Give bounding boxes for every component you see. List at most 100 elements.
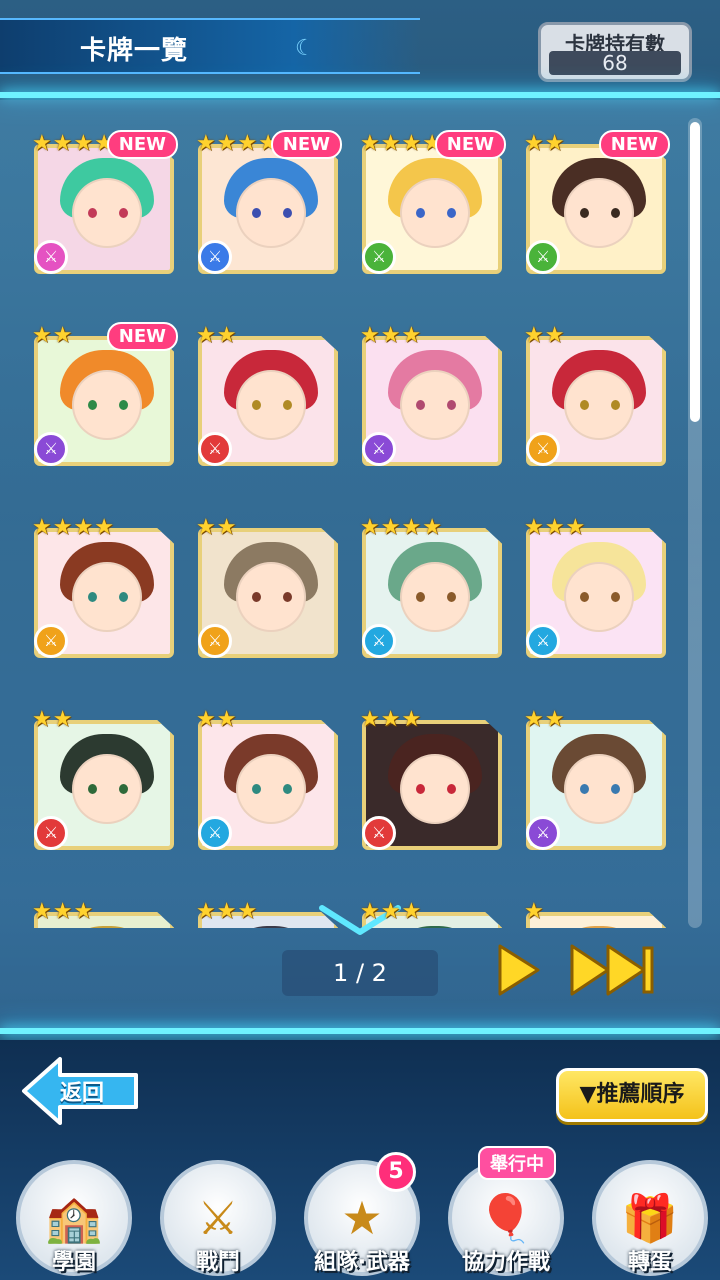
rarity-stars: ★ ★ ★ ★ (196, 132, 278, 156)
star-icon: ★ (360, 707, 380, 732)
card-12[interactable]: ★ ★ ★ ⚔ (522, 512, 668, 692)
star-icon: ★ (422, 515, 442, 540)
portrait-hair (552, 926, 646, 928)
star-icon: ★ (524, 323, 544, 348)
star-icon: ★ (94, 515, 114, 540)
card-13[interactable]: ★ ★ ⚔ (30, 704, 176, 884)
portrait-eyes (416, 400, 456, 410)
star-icon: ★ (216, 131, 237, 156)
rarity-stars: ★ ★ ★ (360, 900, 421, 924)
star-icon: ★ (380, 323, 401, 348)
star-icon: ★ (216, 323, 237, 348)
card-17[interactable]: ★★★⚔ (30, 896, 176, 928)
back-label: 返回 (60, 1081, 105, 1106)
star-icon: ★ (524, 899, 544, 924)
star-icon: ★ (360, 899, 380, 924)
portrait-eyes (252, 784, 292, 794)
card-14[interactable]: ★ ★ ⚔ (194, 704, 340, 884)
new-badge: NEW (434, 130, 506, 159)
rarity-stars: ★ ★ (196, 708, 236, 732)
star-icon: ★ (401, 323, 422, 348)
card-16[interactable]: ★ ★ ⚔ (522, 704, 668, 884)
scrollbar[interactable] (688, 118, 702, 928)
star-icon: ★ (32, 707, 52, 732)
star-icon: ★ (380, 899, 401, 924)
sort-order-button[interactable]: ▼推薦順序 (556, 1068, 708, 1122)
next-page-button[interactable] (494, 940, 544, 1000)
star-icon: ★ (524, 131, 544, 156)
card-count-box: 卡牌持有數 68 (538, 22, 692, 82)
portrait-eyes (580, 784, 620, 794)
portrait-eyes (580, 592, 620, 602)
star-icon: ★ (380, 707, 401, 732)
portrait-eyes (416, 208, 456, 218)
card-count-value: 68 (549, 51, 681, 75)
star-icon: ★ (237, 131, 258, 156)
star-icon: ★ (237, 899, 258, 924)
orange-weapon-type-icon: ⚔ (34, 624, 68, 658)
card-2[interactable]: ★ ★ ★ ★ ⚔ NEW (194, 128, 342, 308)
star-icon: ★ (73, 131, 94, 156)
purple-weapon-type-icon: ⚔ (34, 432, 68, 466)
portrait-eyes (252, 208, 292, 218)
portrait-eyes (580, 400, 620, 410)
card-15[interactable]: ★ ★ ★ ⚔ (358, 704, 504, 884)
card-8[interactable]: ★ ★ ⚔ (522, 320, 668, 500)
card-11[interactable]: ★ ★ ★ ★ ⚔ (358, 512, 504, 692)
star-icon: ★ (196, 515, 216, 540)
star-icon: ★ (73, 899, 94, 924)
star-icon: ★ (196, 131, 216, 156)
red-weapon-type-icon: ⚔ (34, 816, 68, 850)
card-9[interactable]: ★ ★ ★ ★ ⚔ (30, 512, 176, 692)
star-icon: ★ (196, 707, 216, 732)
scrollbar-thumb[interactable] (690, 122, 700, 422)
star-icon: ★ (196, 899, 216, 924)
back-button[interactable]: 返回 (20, 1055, 140, 1127)
nav-label: 學園 (51, 1250, 96, 1275)
star-icon: ★ (401, 515, 422, 540)
card-1[interactable]: ★ ★ ★ ★ ⚔ NEW (30, 128, 178, 308)
rarity-stars: ★ ★ (196, 324, 236, 348)
nav-label: 協力作戰 (461, 1250, 550, 1275)
star-icon: ★ (216, 515, 237, 540)
star-icon: ★ (401, 899, 422, 924)
last-page-button[interactable] (568, 940, 658, 1000)
rarity-stars: ★ ★ (32, 324, 72, 348)
portrait-eyes (88, 784, 128, 794)
star-icon: ★ (544, 131, 565, 156)
star-icon: ★ (565, 515, 586, 540)
card-19[interactable]: ★★★⚔ (358, 896, 504, 928)
card-5[interactable]: ★ ★ ⚔ NEW (30, 320, 178, 500)
star-icon: ★ (216, 899, 237, 924)
new-badge: NEW (598, 130, 670, 159)
rarity-stars: ★ ★ ★ ★ (360, 132, 442, 156)
nav-label: 戰鬥 (195, 1250, 240, 1275)
rarity-stars: ★ ★ ★ ★ (360, 516, 442, 540)
nav-gacha[interactable]: 🎁 轉蛋 (584, 1150, 716, 1280)
nav-school[interactable]: 🏫 學園 (8, 1150, 140, 1280)
portrait-eyes (252, 592, 292, 602)
rarity-stars: ★ ★ (196, 516, 236, 540)
rarity-stars: ★ (524, 900, 544, 924)
star-icon: ★ (52, 515, 73, 540)
star-icon: ★ (73, 515, 94, 540)
star-icon: ★ (196, 323, 216, 348)
star-icon: ★ (544, 707, 565, 732)
card-3[interactable]: ★ ★ ★ ★ ⚔ NEW (358, 128, 506, 308)
portrait-hair (388, 926, 482, 928)
card-4[interactable]: ★ ★ ⚔ NEW (522, 128, 670, 308)
card-6[interactable]: ★ ★ ⚔ (194, 320, 340, 500)
orange-weapon-type-icon: ⚔ (526, 432, 560, 466)
star-icon: ★ (360, 131, 380, 156)
card-7[interactable]: ★ ★ ★ ⚔ (358, 320, 504, 500)
star-icon: ★ (524, 707, 544, 732)
portrait-eyes (416, 592, 456, 602)
page-indicator: 1 / 2 (282, 950, 438, 996)
nav-battle[interactable]: ⚔ 戰鬥 (152, 1150, 284, 1280)
card-20[interactable]: ★⚔ (522, 896, 668, 928)
purple-weapon-type-icon: ⚔ (526, 816, 560, 850)
rarity-stars: ★ ★ ★ (196, 900, 257, 924)
rarity-stars: ★ ★ ★ (32, 900, 93, 924)
card-10[interactable]: ★ ★ ⚔ (194, 512, 340, 692)
star-icon: ★ (216, 707, 237, 732)
